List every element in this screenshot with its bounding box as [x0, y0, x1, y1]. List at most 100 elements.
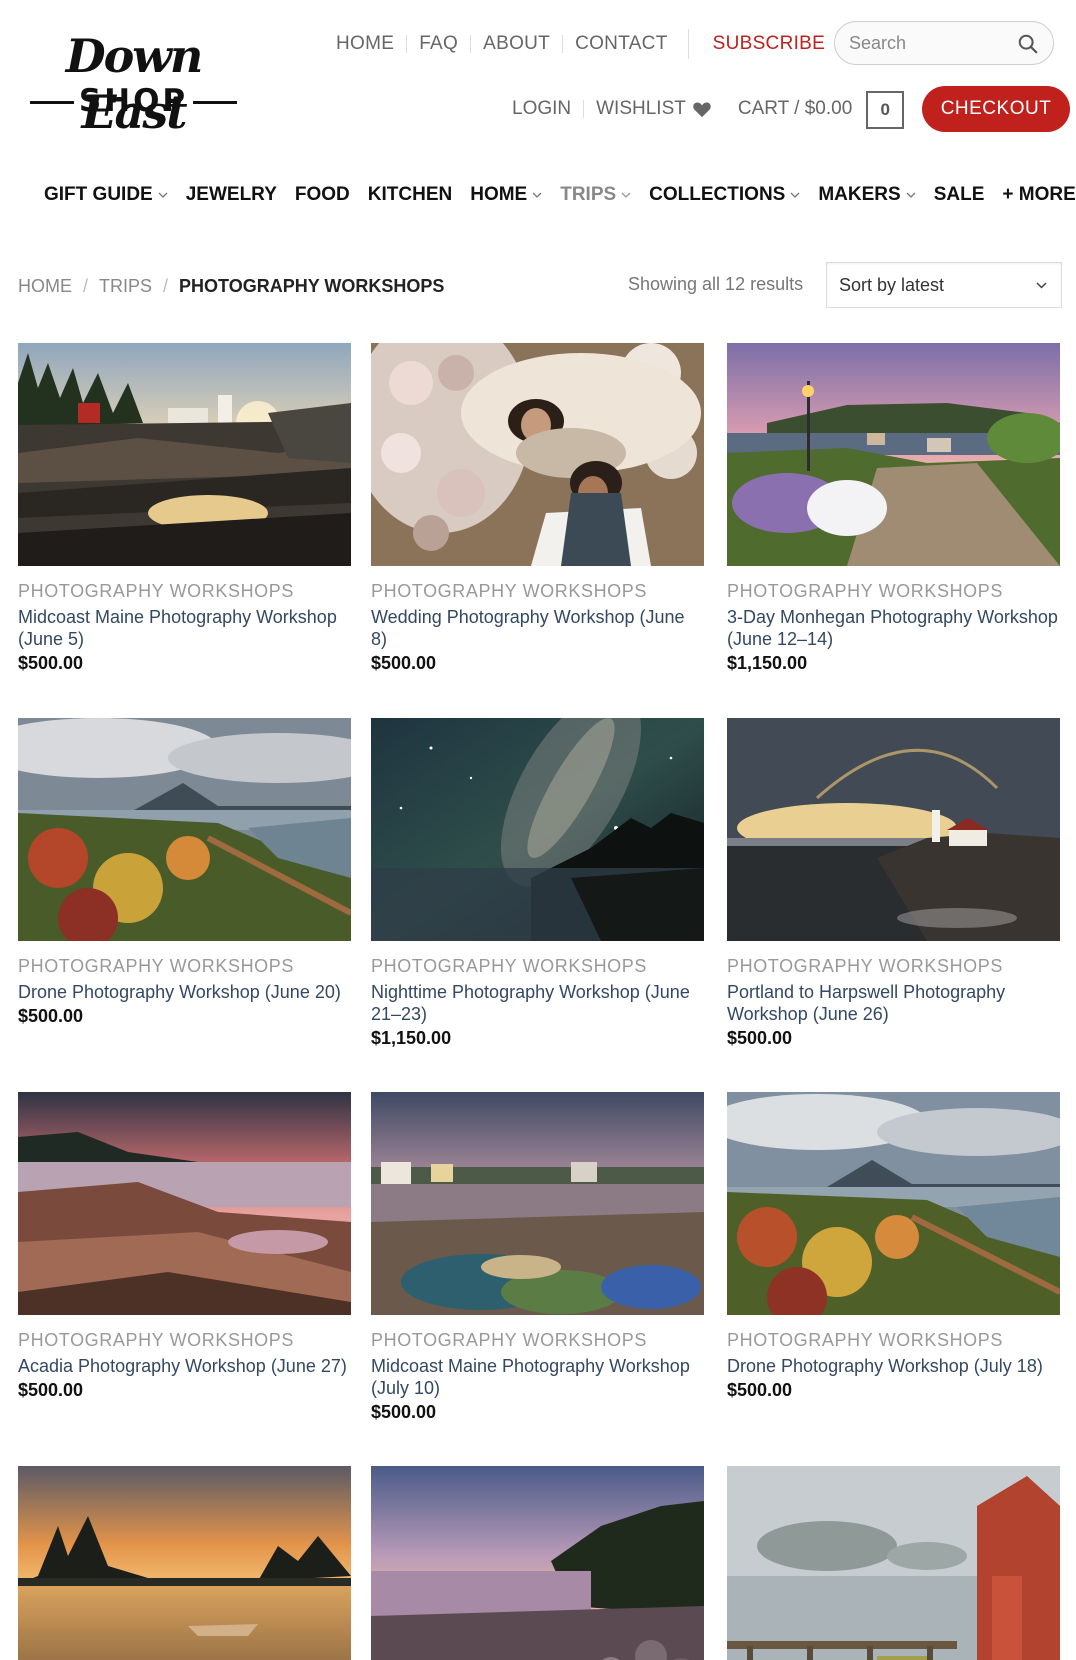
acadia-sunset-rocks-photo	[18, 1092, 351, 1315]
breadcrumb-divider: /	[163, 276, 169, 296]
nav-divider	[406, 35, 408, 53]
product-title[interactable]: 3-Day Monhegan Photography Workshop (Jun…	[727, 606, 1060, 650]
product-card[interactable]	[727, 1466, 1060, 1660]
product-card[interactable]: PHOTOGRAPHY WORKSHOPS Portland to Harpsw…	[727, 718, 1060, 1049]
product-card[interactable]: PHOTOGRAPHY WORKSHOPS 3-Day Monhegan Pho…	[727, 343, 1060, 674]
sort-select[interactable]: Sort by latest	[826, 262, 1062, 308]
topnav-home-link[interactable]: HOME	[336, 33, 394, 55]
mainnav-label: TRIPS	[560, 184, 617, 205]
topnav-contact-link[interactable]: CONTACT	[575, 33, 668, 55]
product-card[interactable]: PHOTOGRAPHY WORKSHOPS Acadia Photography…	[18, 1092, 351, 1401]
mainnav-label: SALE	[933, 184, 985, 205]
chevron-down-icon	[790, 192, 800, 198]
product-title[interactable]: Midcoast Maine Photography Workshop (Jun…	[18, 606, 351, 650]
product-image[interactable]	[371, 718, 704, 941]
breadcrumb-home-link[interactable]: HOME	[18, 276, 72, 297]
login-link[interactable]: LOGIN	[512, 98, 571, 120]
product-price: $500.00	[18, 653, 84, 673]
product-card[interactable]: PHOTOGRAPHY WORKSHOPS Midcoast Maine Pho…	[371, 1092, 704, 1423]
product-image[interactable]	[727, 343, 1060, 566]
product-image[interactable]	[727, 1092, 1060, 1315]
product-category: PHOTOGRAPHY WORKSHOPS	[371, 956, 647, 976]
search-input[interactable]	[849, 32, 1009, 54]
mainnav-more[interactable]: + MORE	[1002, 184, 1076, 206]
product-price: $1,150.00	[727, 653, 808, 673]
mainnav-label: COLLECTIONS	[649, 184, 786, 205]
mainnav-jewelry[interactable]: JEWELRY	[186, 184, 277, 206]
product-title[interactable]: Nighttime Photography Workshop (June 21–…	[371, 981, 704, 1025]
product-image[interactable]	[18, 1466, 351, 1660]
rocky-coast-lighthouse-photo	[18, 343, 351, 566]
mainnav-label: + MORE	[1002, 184, 1076, 205]
cart-count-badge: 0	[866, 91, 905, 129]
product-image[interactable]	[727, 1466, 1060, 1660]
product-title[interactable]: Drone Photography Workshop (June 20)	[18, 981, 351, 1003]
mainnav-label: GIFT GUIDE	[44, 184, 153, 205]
aerial-foliage-bridge-photo-2	[727, 1092, 1060, 1315]
product-category: PHOTOGRAPHY WORKSHOPS	[727, 1330, 1003, 1350]
product-card[interactable]	[371, 1466, 704, 1660]
portland-head-light-photo	[727, 718, 1060, 941]
chevron-down-icon	[1036, 282, 1047, 289]
nav-divider	[562, 35, 564, 53]
product-title[interactable]: Midcoast Maine Photography Workshop (Jul…	[371, 1355, 704, 1399]
breadcrumb-trips-link[interactable]: TRIPS	[99, 276, 152, 297]
product-price: $500.00	[727, 1380, 793, 1400]
checkout-button[interactable]: CHECKOUT	[922, 86, 1070, 132]
cart-link[interactable]: CART / $0.00 0	[738, 90, 905, 129]
mainnav-food[interactable]: FOOD	[295, 184, 350, 206]
mainnav-kitchen[interactable]: KITCHEN	[368, 184, 452, 206]
product-title[interactable]: Wedding Photography Workshop (June 8)	[371, 606, 704, 650]
chevron-down-icon	[906, 192, 916, 198]
product-image[interactable]	[727, 718, 1060, 941]
mainnav-home[interactable]: HOME	[470, 184, 542, 206]
product-card[interactable]: PHOTOGRAPHY WORKSHOPS Drone Photography …	[727, 1092, 1060, 1401]
mainnav-trips[interactable]: TRIPS	[560, 184, 631, 206]
chevron-down-icon	[532, 192, 542, 198]
site-logo[interactable]: Down East SHOP	[26, 28, 241, 139]
search-icon[interactable]	[1017, 33, 1039, 55]
product-category: PHOTOGRAPHY WORKSHOPS	[727, 581, 1003, 601]
breadcrumb: HOME / TRIPS / PHOTOGRAPHY WORKSHOPS	[18, 276, 444, 297]
monhegan-village-photo	[727, 343, 1060, 566]
cobble-beach-dusk-photo	[371, 1466, 704, 1660]
mainnav-collections[interactable]: COLLECTIONS	[649, 184, 800, 206]
harbor-ropes-dock-photo	[371, 1092, 704, 1315]
subscribe-link[interactable]: SUBSCRIBE	[713, 33, 826, 55]
main-nav: GIFT GUIDE JEWELRY FOOD KITCHEN HOME TRI…	[44, 180, 1076, 210]
product-image[interactable]	[371, 343, 704, 566]
product-image[interactable]	[18, 343, 351, 566]
product-price: $500.00	[18, 1380, 84, 1400]
top-nav: HOME FAQ ABOUT CONTACT SUBSCRIBE	[336, 29, 826, 59]
product-price: $500.00	[727, 1028, 793, 1048]
product-card[interactable]: PHOTOGRAPHY WORKSHOPS Wedding Photograph…	[371, 343, 704, 674]
mainnav-sale[interactable]: SALE	[934, 184, 985, 206]
product-category: PHOTOGRAPHY WORKSHOPS	[727, 956, 1003, 976]
product-title[interactable]: Acadia Photography Workshop (June 27)	[18, 1355, 351, 1377]
product-card[interactable]: PHOTOGRAPHY WORKSHOPS Midcoast Maine Pho…	[18, 343, 351, 674]
product-image[interactable]	[18, 718, 351, 941]
nav-divider	[583, 100, 585, 118]
topnav-about-link[interactable]: ABOUT	[483, 33, 550, 55]
product-card[interactable]: PHOTOGRAPHY WORKSHOPS Nighttime Photogra…	[371, 718, 704, 1049]
wishlist-link[interactable]: WISHLIST	[596, 98, 712, 120]
product-card[interactable]	[18, 1466, 351, 1660]
wishlist-label: WISHLIST	[596, 98, 686, 119]
aerial-foliage-bridge-photo	[18, 718, 351, 941]
product-category: PHOTOGRAPHY WORKSHOPS	[18, 956, 294, 976]
product-image[interactable]	[18, 1092, 351, 1315]
topnav-faq-link[interactable]: FAQ	[419, 33, 458, 55]
mainnav-makers[interactable]: MAKERS	[818, 184, 916, 206]
breadcrumb-divider: /	[83, 276, 89, 296]
mainnav-gift-guide[interactable]: GIFT GUIDE	[44, 184, 168, 206]
product-title[interactable]: Portland to Harpswell Photography Worksh…	[727, 981, 1060, 1025]
sunset-rowboat-photo	[18, 1466, 351, 1660]
product-image[interactable]	[371, 1092, 704, 1315]
wedding-couple-photo	[371, 343, 704, 566]
breadcrumb-current: PHOTOGRAPHY WORKSHOPS	[179, 276, 445, 296]
mainnav-label: HOME	[470, 184, 528, 205]
product-image[interactable]	[371, 1466, 704, 1660]
product-card[interactable]: PHOTOGRAPHY WORKSHOPS Drone Photography …	[18, 718, 351, 1027]
product-price: $1,150.00	[371, 1028, 452, 1048]
product-title[interactable]: Drone Photography Workshop (July 18)	[727, 1355, 1060, 1377]
